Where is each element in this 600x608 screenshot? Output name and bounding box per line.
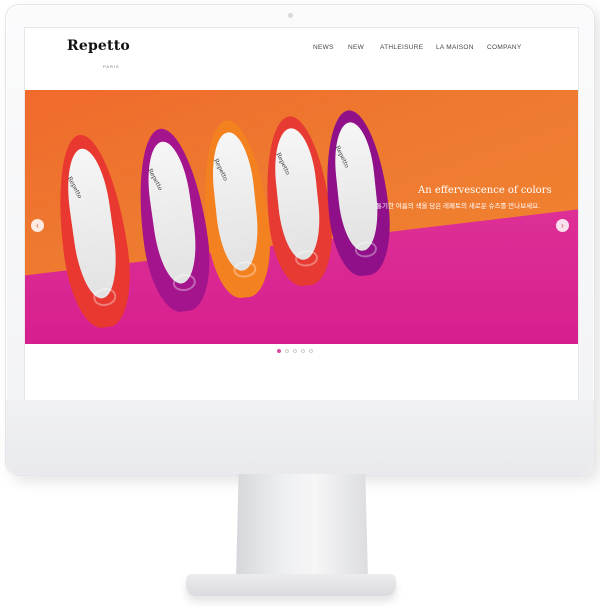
slide-dot-3[interactable] — [293, 349, 297, 353]
hero-slider: Repetto Repetto Repetto Repetto Repetto … — [25, 90, 578, 344]
logo-subtitle: PARIS — [103, 64, 120, 69]
slide-dot-5[interactable] — [309, 349, 313, 353]
slide-dot-4[interactable] — [301, 349, 305, 353]
monitor-stand-neck — [236, 474, 368, 578]
camera-icon — [288, 13, 293, 18]
slide-dot-2[interactable] — [285, 349, 289, 353]
site-header: Repetto PARIS NEWS NEW ATHLEISURE LA MAI… — [25, 28, 578, 88]
hero-subtitle: 통기한 여름의 색을 담은 레페토의 새로운 슈즈를 만나보세요. — [376, 203, 540, 210]
monitor-chin — [6, 400, 594, 475]
imac-monitor: Repetto PARIS NEWS NEW ATHLEISURE LA MAI… — [5, 4, 595, 476]
nav-new[interactable]: NEW — [348, 44, 364, 51]
nav-news[interactable]: NEWS — [313, 44, 334, 51]
slider-next-button[interactable]: › — [556, 219, 569, 232]
nav-athleisure[interactable]: ATHLEISURE — [380, 44, 423, 51]
website-screen: Repetto PARIS NEWS NEW ATHLEISURE LA MAI… — [24, 27, 579, 401]
hero-title: An effervescence of colors — [418, 185, 552, 196]
slide-dot-1[interactable] — [277, 349, 281, 353]
nav-company[interactable]: COMPANY — [487, 44, 521, 51]
slider-pagination — [277, 349, 313, 353]
nav-la-maison[interactable]: LA MAISON — [436, 44, 474, 51]
slider-prev-button[interactable]: ‹ — [31, 219, 44, 232]
repetto-logo[interactable]: Repetto — [67, 38, 130, 54]
monitor-stand-base — [186, 574, 396, 596]
